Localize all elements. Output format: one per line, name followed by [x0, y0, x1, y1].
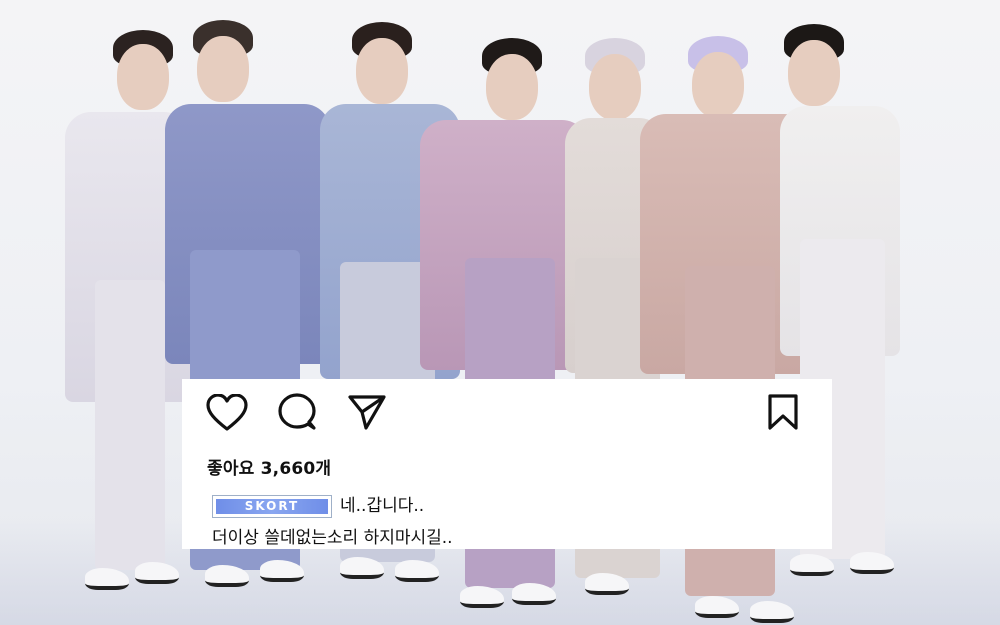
caption-text-1: 네..갑니다..: [340, 496, 425, 516]
caption-line-2: 더이상 쓸데없는소리 하지마시길..: [212, 528, 453, 548]
heart-icon[interactable]: [206, 394, 248, 432]
caption-line-1: SKORT 네..갑니다..: [212, 491, 424, 518]
send-icon[interactable]: [347, 393, 387, 431]
username-tag: SKORT: [216, 498, 328, 514]
likes-count: 좋아요 3,660개: [207, 459, 332, 479]
instagram-post-card: 좋아요 3,660개 SKORT 네..갑니다.. 더이상 쓸데없는소리 하지마…: [182, 379, 832, 549]
comment-icon[interactable]: [278, 393, 316, 431]
bookmark-icon[interactable]: [766, 393, 800, 431]
username[interactable]: SKORT: [212, 494, 332, 518]
